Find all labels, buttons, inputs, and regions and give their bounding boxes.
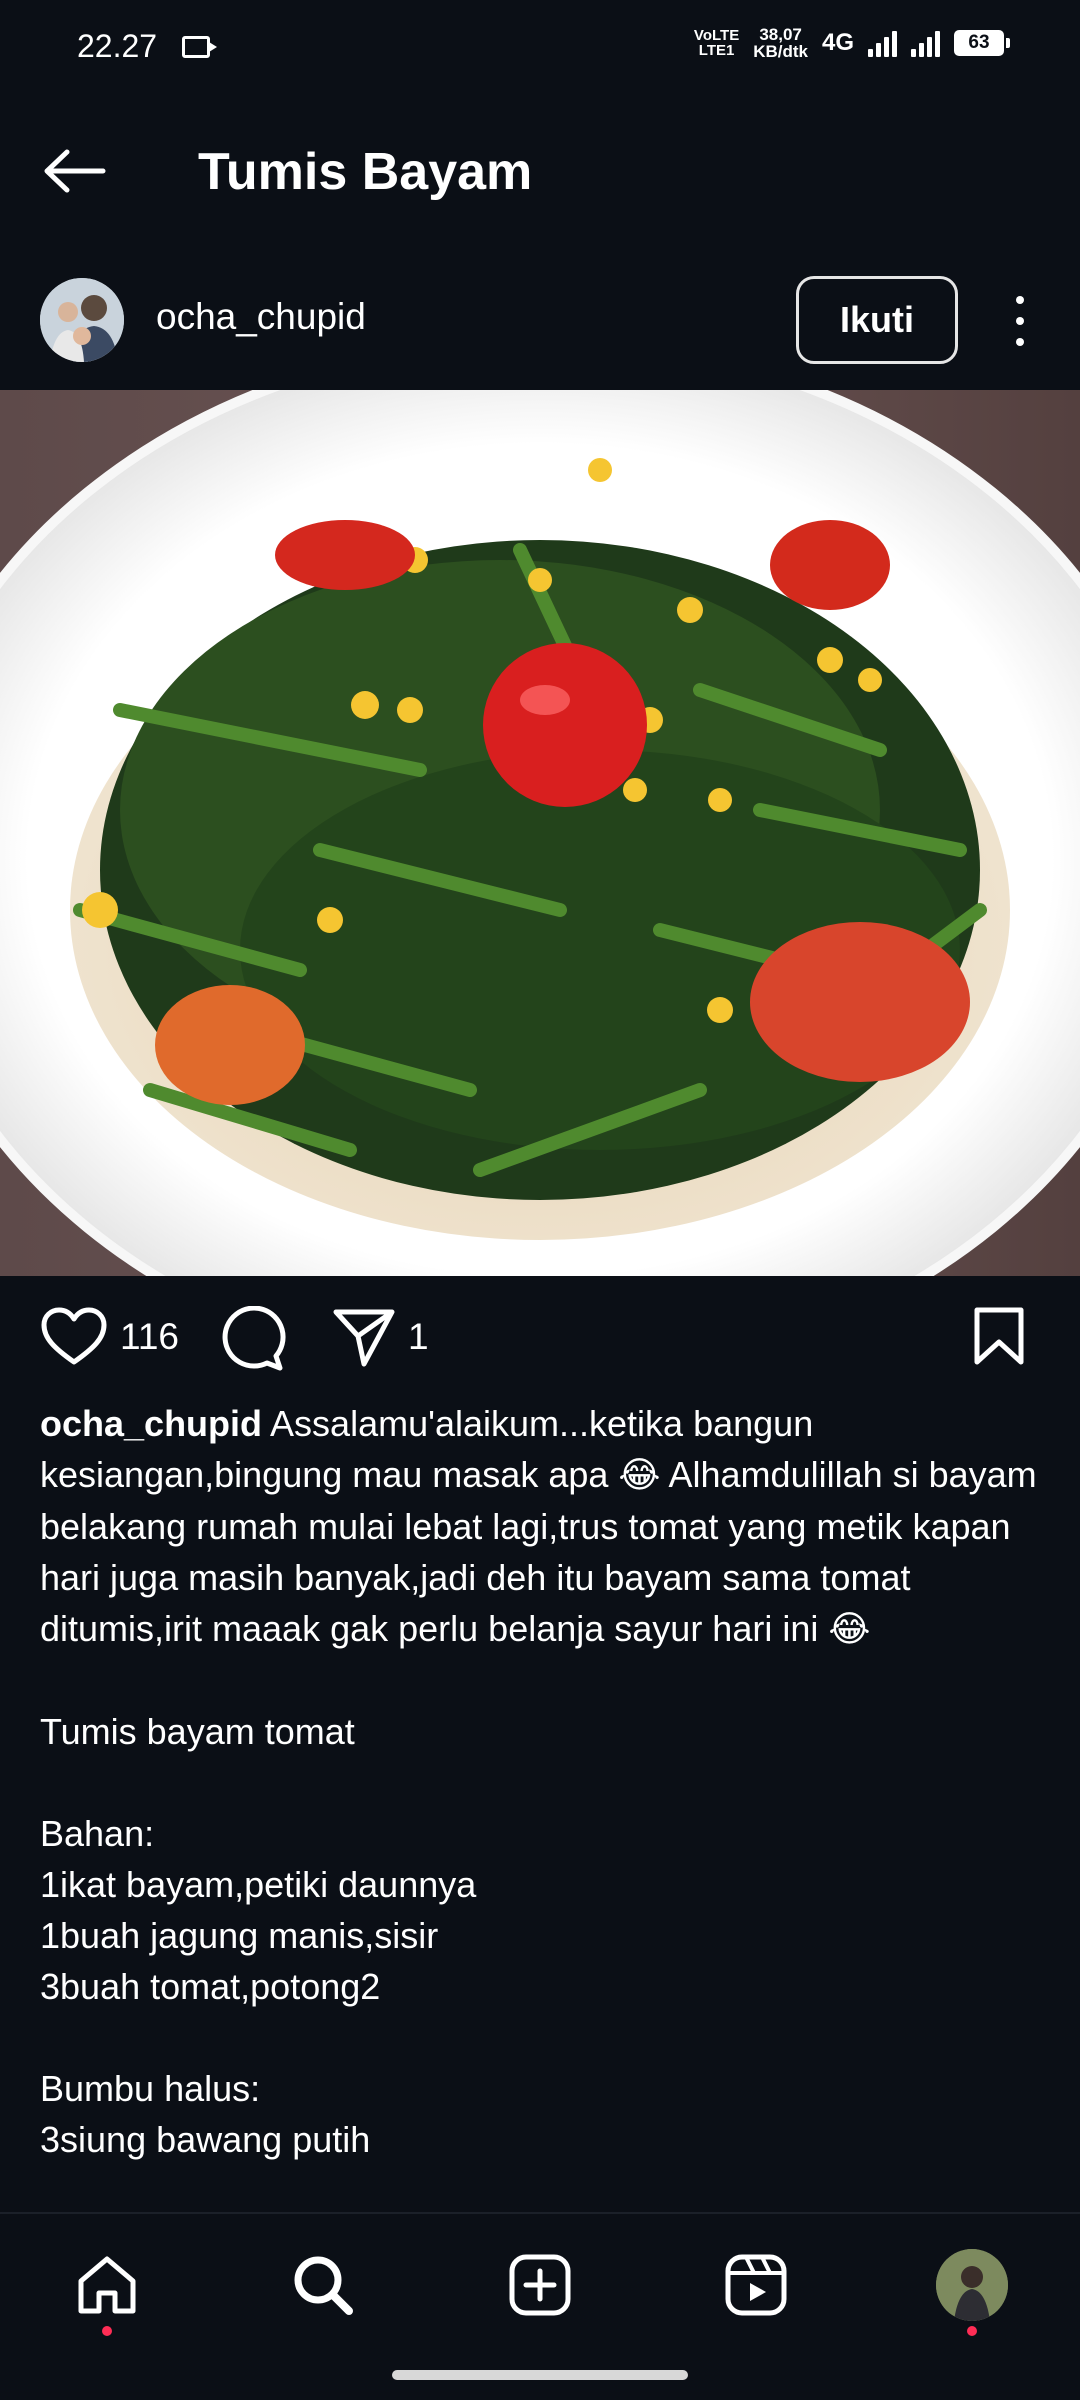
heart-icon[interactable] xyxy=(40,1306,108,1368)
share-action[interactable]: 1 xyxy=(332,1306,429,1368)
reels-icon xyxy=(725,2254,787,2316)
profile-avatar xyxy=(936,2249,1008,2321)
nav-home[interactable] xyxy=(62,2240,152,2336)
screen-record-icon xyxy=(182,36,217,58)
signal-icon xyxy=(868,29,897,57)
caption-line: Bahan: xyxy=(40,1813,155,1854)
caption-line xyxy=(40,1655,1040,1706)
nav-profile[interactable] xyxy=(927,2240,1017,2336)
nav-create[interactable] xyxy=(495,2240,585,2330)
caption-line: 1ikat bayam,petiki daunnya xyxy=(40,1864,477,1905)
dot xyxy=(1016,338,1024,346)
caption-line: 3buah tomat,potong2 xyxy=(40,1966,381,2007)
post-actions: 116 1 xyxy=(0,1276,1080,1406)
volte-label: VoLTE xyxy=(693,27,740,44)
caption-intro: ocha_chupid Assalamu'alaikum...ketika ba… xyxy=(40,1398,1040,1655)
caption-line xyxy=(40,2012,1040,2063)
bottom-navigation xyxy=(0,2212,1080,2400)
caption-line: 3siung bawang putih xyxy=(40,2119,371,2160)
share-count: 1 xyxy=(408,1316,429,1357)
like-count[interactable]: 116 xyxy=(120,1316,179,1358)
follow-button[interactable]: Ikuti xyxy=(796,276,958,364)
save-action[interactable] xyxy=(972,1306,1026,1366)
search-icon xyxy=(294,2256,353,2315)
laughing-emoji: 😂 xyxy=(828,1609,871,1650)
author-avatar[interactable] xyxy=(40,278,124,362)
home-icon xyxy=(78,2256,136,2314)
home-indicator-bar[interactable] xyxy=(392,2370,688,2380)
nav-reels[interactable] xyxy=(711,2240,801,2330)
signal-icon-2 xyxy=(911,29,940,57)
dot xyxy=(1016,296,1024,304)
network-type: 4G xyxy=(821,29,854,56)
send-icon[interactable] xyxy=(332,1306,396,1368)
caption-line xyxy=(40,1757,1040,1808)
status-time: 22.27 xyxy=(77,28,158,64)
home-notification-dot xyxy=(102,2326,112,2336)
caption-line: 1buah jagung manis,sisir xyxy=(40,1915,439,1956)
post-caption: ocha_chupid Assalamu'alaikum...ketika ba… xyxy=(40,1398,1040,2213)
post-photo[interactable] xyxy=(0,390,1080,1276)
back-button[interactable] xyxy=(40,136,110,206)
like-action[interactable]: 116 xyxy=(40,1306,179,1368)
battery-icon: 63 xyxy=(954,30,1010,56)
laughing-emoji: 😂 xyxy=(618,1455,661,1496)
volte-indicator: VoLTE LTE1 xyxy=(694,28,739,58)
food-photo xyxy=(0,390,1080,1276)
caption-username[interactable]: ocha_chupid xyxy=(40,1403,262,1444)
avatar-image xyxy=(40,278,124,362)
comment-action[interactable] xyxy=(218,1306,286,1372)
arrow-left-icon xyxy=(44,149,106,193)
status-bar: 22.27 VoLTE LTE1 38,07 KB/dtk 4G 63 xyxy=(0,0,1080,96)
caption-line: Tumis bayam tomat xyxy=(40,1711,355,1752)
post-author-row: ocha_chupid Ikuti xyxy=(0,246,1080,390)
comment-icon[interactable] xyxy=(218,1306,286,1372)
dot xyxy=(1016,317,1024,325)
page-title: Tumis Bayam xyxy=(198,143,533,201)
profile-notification-dot xyxy=(967,2326,977,2336)
lte-label: LTE1 xyxy=(698,42,735,59)
bookmark-icon[interactable] xyxy=(972,1306,1026,1366)
author-username[interactable]: ocha_chupid xyxy=(156,296,366,338)
nav-search[interactable] xyxy=(278,2240,368,2330)
add-post-icon xyxy=(509,2254,571,2316)
app-header: Tumis Bayam xyxy=(0,96,1080,246)
status-indicators: VoLTE LTE1 38,07 KB/dtk 4G 63 xyxy=(694,26,1010,60)
speed-unit: KB/dtk xyxy=(753,42,808,61)
caption-line: Bumbu halus: xyxy=(40,2068,261,2109)
network-speed: 38,07 KB/dtk xyxy=(753,26,808,60)
speed-value: 38,07 xyxy=(759,25,802,44)
more-options-button[interactable] xyxy=(1000,296,1040,346)
